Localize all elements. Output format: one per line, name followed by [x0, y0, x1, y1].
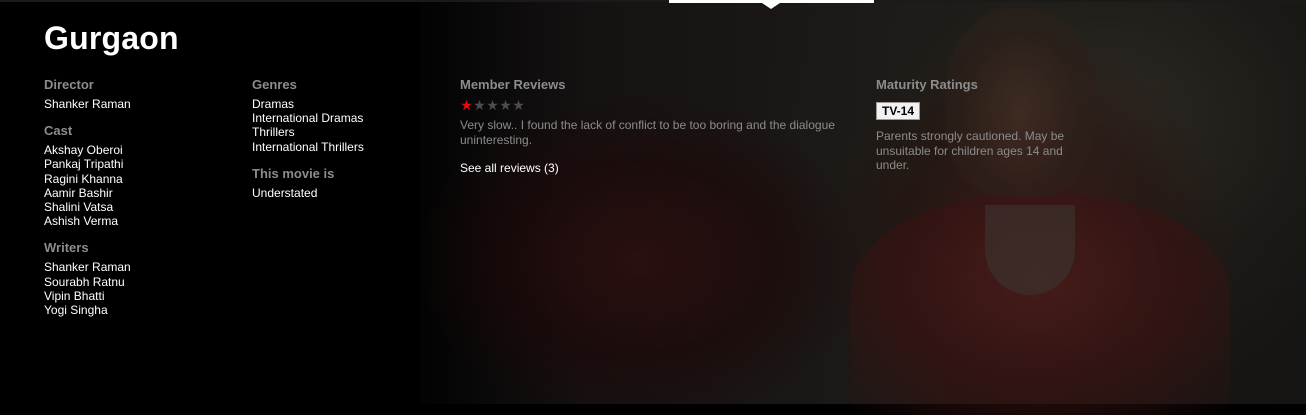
genre-link[interactable]: International Thrillers — [252, 140, 364, 154]
genres-label: Genres — [252, 77, 297, 92]
reviews-column: Member Reviews ★ ★ ★ ★ ★ Very slow.. I f… — [460, 77, 860, 177]
genre-link[interactable]: International Dramas — [252, 111, 364, 125]
tab-pointer-icon — [762, 3, 780, 9]
movie-tags-section: This movie is Understated — [252, 166, 364, 200]
cast-link[interactable]: Aamir Bashir — [44, 186, 131, 200]
movie-tag-link[interactable]: Understated — [252, 186, 364, 200]
maturity-rating-badge: TV-14 — [876, 102, 921, 120]
genre-link[interactable]: Dramas — [252, 97, 364, 111]
writer-link[interactable]: Sourabh Ratnu — [44, 275, 131, 289]
cast-label: Cast — [44, 123, 73, 139]
cast-link[interactable]: Ragini Khanna — [44, 172, 131, 186]
cast-link[interactable]: Pankaj Tripathi — [44, 157, 131, 171]
writer-link[interactable]: Vipin Bhatti — [44, 289, 131, 303]
star-icon: ★ — [473, 97, 486, 113]
cast-link[interactable]: Akshay Oberoi — [44, 143, 131, 157]
member-reviews-label: Member Reviews — [460, 77, 566, 92]
backdrop-figure-collar — [985, 205, 1075, 295]
genre-link[interactable]: Thrillers — [252, 125, 364, 139]
maturity-description: Parents strongly cautioned. May be unsui… — [876, 129, 1065, 172]
star-icon: ★ — [499, 97, 512, 113]
movie-title: Gurgaon — [44, 20, 179, 56]
star-rating: ★ ★ ★ ★ ★ — [460, 98, 860, 114]
writer-link[interactable]: Yogi Singha — [44, 303, 131, 317]
maturity-column: Maturity Ratings TV-14 Parents strongly … — [876, 77, 1076, 173]
genres-section: Genres Dramas International Dramas Thril… — [252, 77, 364, 154]
genres-column: Genres Dramas International Dramas Thril… — [252, 77, 364, 212]
review-text: Very slow.. I found the lack of conflict… — [460, 118, 835, 147]
maturity-ratings-label: Maturity Ratings — [876, 77, 978, 92]
top-divider — [0, 0, 1306, 2]
star-icon: ★ — [512, 97, 525, 113]
credits-column: Director Shanker Raman Cast Akshay Obero… — [44, 77, 131, 329]
writers-section: Writers Shanker Raman Sourabh Ratnu Vipi… — [44, 240, 131, 317]
writer-link[interactable]: Shanker Raman — [44, 260, 131, 274]
see-all-reviews-link[interactable]: See all reviews (3) — [460, 161, 559, 175]
cast-section: Cast Akshay Oberoi Pankaj Tripathi Ragin… — [44, 123, 131, 228]
director-link[interactable]: Shanker Raman — [44, 97, 131, 111]
cast-link[interactable]: Shalini Vatsa — [44, 200, 131, 214]
star-icon: ★ — [486, 97, 499, 113]
cast-link[interactable]: Ashish Verma — [44, 214, 131, 228]
director-section: Director Shanker Raman — [44, 77, 131, 111]
director-label: Director — [44, 77, 94, 92]
star-icon: ★ — [460, 97, 473, 113]
writers-label: Writers — [44, 240, 89, 256]
this-movie-is-label: This movie is — [252, 165, 335, 181]
